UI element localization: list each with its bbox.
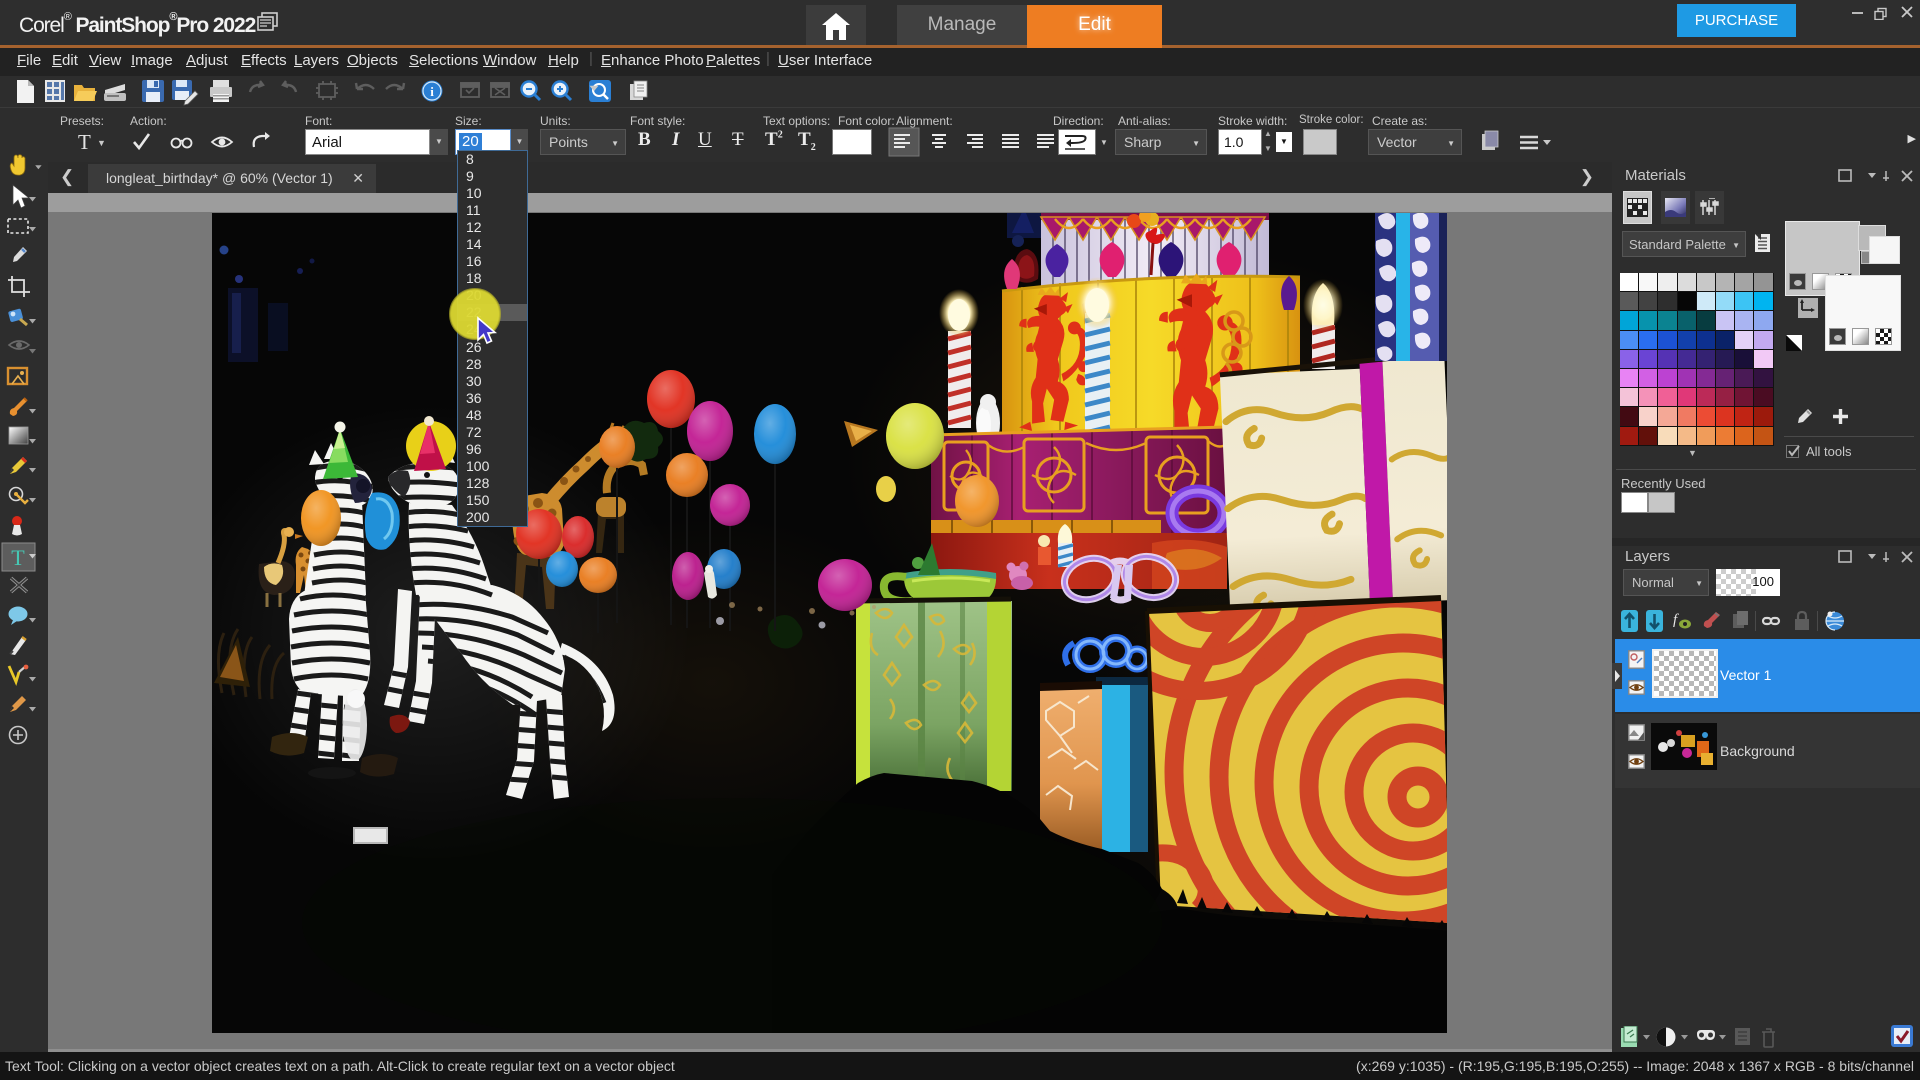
svg-text:f: f <box>1673 612 1679 628</box>
svg-text:T: T <box>11 545 25 570</box>
svg-text:i: i <box>430 84 434 99</box>
